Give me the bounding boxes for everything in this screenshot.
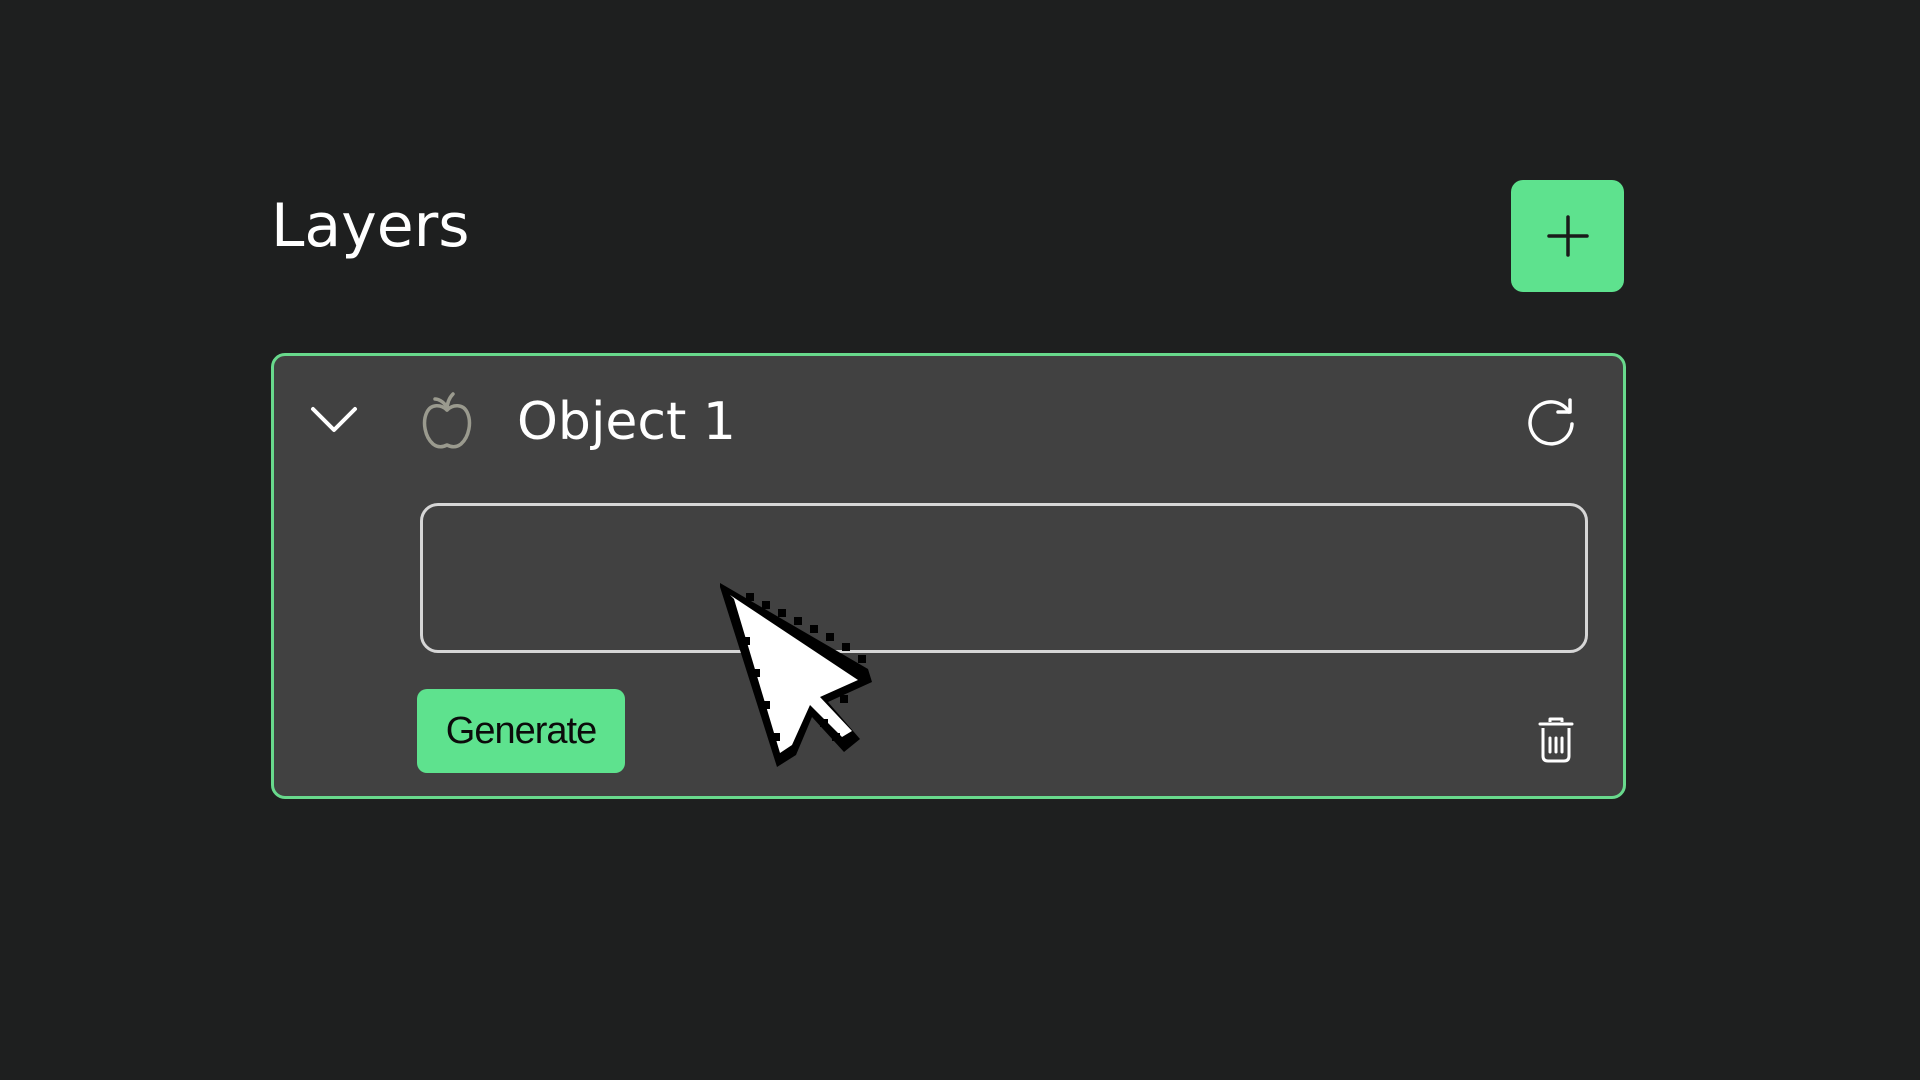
expand-toggle[interactable] — [309, 399, 359, 439]
refresh-button[interactable] — [1523, 393, 1579, 449]
generate-button[interactable]: Generate — [417, 689, 625, 773]
layer-card: Object 1 Generate — [271, 353, 1626, 799]
refresh-icon — [1528, 398, 1574, 446]
trash-icon — [1538, 717, 1574, 763]
delete-button[interactable] — [1536, 715, 1576, 765]
add-layer-button[interactable] — [1511, 180, 1624, 292]
panel-title: Layers — [271, 191, 470, 261]
layers-panel: Layers Object 1 Generate — [0, 0, 1920, 1080]
apple-icon — [422, 392, 472, 449]
chevron-down-icon — [311, 407, 357, 432]
prompt-input[interactable] — [420, 503, 1588, 653]
layer-name: Object 1 — [517, 392, 736, 452]
plus-icon — [1546, 215, 1589, 257]
